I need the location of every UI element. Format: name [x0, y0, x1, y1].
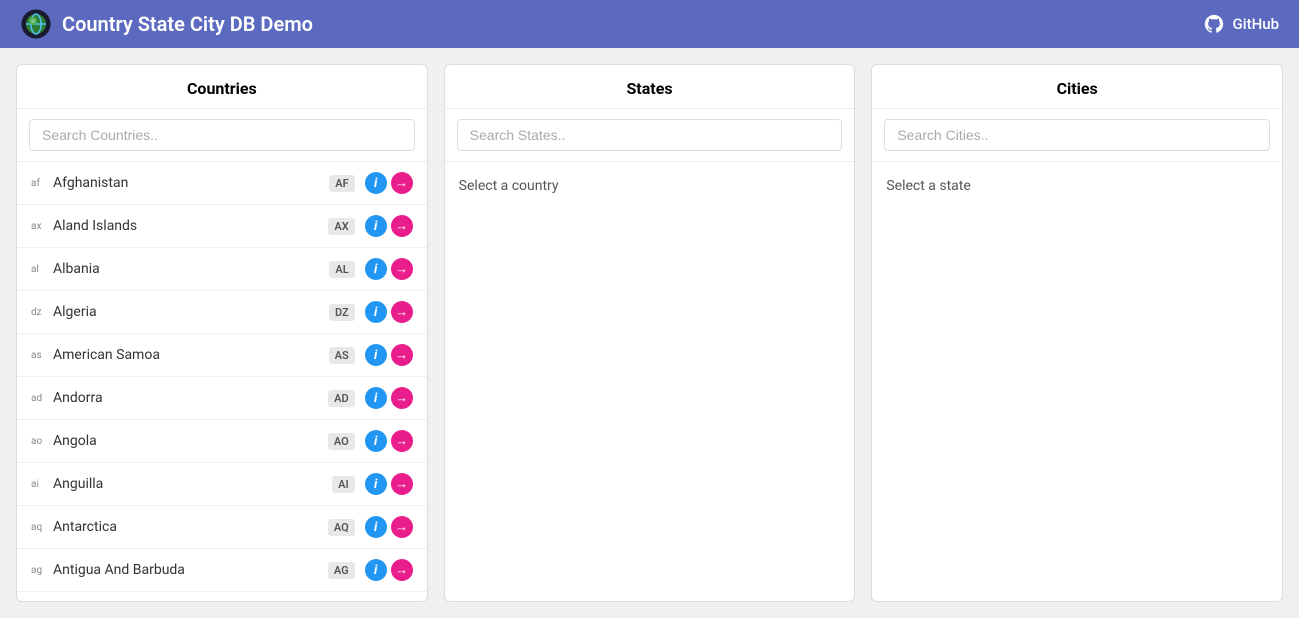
country-code-small: af: [31, 178, 47, 189]
select-button[interactable]: →: [391, 215, 413, 237]
country-item[interactable]: dz Algeria DZ i →: [17, 291, 427, 334]
country-badge: AL: [329, 261, 354, 278]
select-button[interactable]: →: [391, 344, 413, 366]
cities-search-input[interactable]: [884, 119, 1270, 151]
cities-body: Select a state: [872, 162, 1282, 601]
country-name: Angola: [53, 433, 328, 449]
item-icons: i →: [365, 559, 413, 581]
cities-search-box: [872, 109, 1282, 162]
info-button[interactable]: i: [365, 301, 387, 323]
main-content: Countries af Afghanistan AF i → ax Aland…: [0, 48, 1299, 618]
app-title-group: Country State City DB Demo: [20, 8, 313, 40]
item-icons: i →: [365, 258, 413, 280]
country-code-small: al: [31, 264, 47, 275]
item-icons: i →: [365, 430, 413, 452]
app-header: Country State City DB Demo GitHub: [0, 0, 1299, 48]
country-name: Aland Islands: [53, 218, 328, 234]
country-code-small: as: [31, 350, 47, 361]
item-icons: i →: [365, 516, 413, 538]
country-item[interactable]: as American Samoa AS i →: [17, 334, 427, 377]
countries-heading: Countries: [17, 65, 427, 109]
country-item[interactable]: ao Angola AO i →: [17, 420, 427, 463]
item-icons: i →: [365, 172, 413, 194]
country-code-small: ag: [31, 565, 47, 576]
country-item[interactable]: af Afghanistan AF i →: [17, 162, 427, 205]
country-code-small: ai: [31, 479, 47, 490]
info-button[interactable]: i: [365, 258, 387, 280]
country-badge: AX: [328, 218, 354, 235]
select-button[interactable]: →: [391, 301, 413, 323]
github-link[interactable]: GitHub: [1203, 13, 1279, 35]
country-badge: AS: [329, 347, 355, 364]
select-button[interactable]: →: [391, 258, 413, 280]
cities-heading: Cities: [872, 65, 1282, 109]
country-name: Antigua And Barbuda: [53, 562, 328, 578]
country-badge: AD: [328, 390, 355, 407]
country-badge: AI: [332, 476, 355, 493]
country-badge: AF: [329, 175, 354, 192]
country-name: Algeria: [53, 304, 329, 320]
info-button[interactable]: i: [365, 430, 387, 452]
country-code-small: aq: [31, 522, 47, 533]
github-label: GitHub: [1233, 15, 1279, 33]
item-icons: i →: [365, 344, 413, 366]
country-code-small: dz: [31, 307, 47, 318]
country-item[interactable]: al Albania AL i →: [17, 248, 427, 291]
country-name: Afghanistan: [53, 175, 329, 191]
cities-placeholder: Select a state: [872, 162, 1282, 210]
country-badge: AG: [328, 562, 355, 579]
info-button[interactable]: i: [365, 172, 387, 194]
country-item[interactable]: ai Anguilla AI i →: [17, 463, 427, 506]
item-icons: i →: [365, 387, 413, 409]
globe-icon: [20, 8, 52, 40]
select-button[interactable]: →: [391, 559, 413, 581]
states-placeholder: Select a country: [445, 162, 855, 210]
states-panel: States Select a country: [444, 64, 856, 602]
countries-search-box: [17, 109, 427, 162]
countries-search-input[interactable]: [29, 119, 415, 151]
country-item[interactable]: ag Antigua And Barbuda AG i →: [17, 549, 427, 592]
select-button[interactable]: →: [391, 430, 413, 452]
country-badge: DZ: [329, 304, 355, 321]
item-icons: i →: [365, 473, 413, 495]
states-search-input[interactable]: [457, 119, 843, 151]
country-name: Antarctica: [53, 519, 328, 535]
item-icons: i →: [365, 215, 413, 237]
app-title: Country State City DB Demo: [62, 12, 313, 36]
country-name: Andorra: [53, 390, 328, 406]
info-button[interactable]: i: [365, 473, 387, 495]
info-button[interactable]: i: [365, 215, 387, 237]
github-icon: [1203, 13, 1225, 35]
country-code-small: ao: [31, 436, 47, 447]
country-item[interactable]: ad Andorra AD i →: [17, 377, 427, 420]
info-button[interactable]: i: [365, 344, 387, 366]
country-code-small: ax: [31, 221, 47, 232]
country-name: Anguilla: [53, 476, 332, 492]
select-button[interactable]: →: [391, 172, 413, 194]
country-code-small: ad: [31, 393, 47, 404]
select-button[interactable]: →: [391, 387, 413, 409]
country-item[interactable]: ar Argentina AR i →: [17, 592, 427, 601]
states-body: Select a country: [445, 162, 855, 601]
country-name: American Samoa: [53, 347, 329, 363]
info-button[interactable]: i: [365, 387, 387, 409]
country-item[interactable]: ax Aland Islands AX i →: [17, 205, 427, 248]
info-button[interactable]: i: [365, 516, 387, 538]
country-badge: AO: [328, 433, 355, 450]
select-button[interactable]: →: [391, 516, 413, 538]
info-button[interactable]: i: [365, 559, 387, 581]
states-search-box: [445, 109, 855, 162]
country-item[interactable]: aq Antarctica AQ i →: [17, 506, 427, 549]
item-icons: i →: [365, 301, 413, 323]
countries-panel: Countries af Afghanistan AF i → ax Aland…: [16, 64, 428, 602]
country-badge: AQ: [328, 519, 355, 536]
cities-panel: Cities Select a state: [871, 64, 1283, 602]
countries-list: af Afghanistan AF i → ax Aland Islands A…: [17, 162, 427, 601]
states-heading: States: [445, 65, 855, 109]
country-name: Albania: [53, 261, 329, 277]
select-button[interactable]: →: [391, 473, 413, 495]
